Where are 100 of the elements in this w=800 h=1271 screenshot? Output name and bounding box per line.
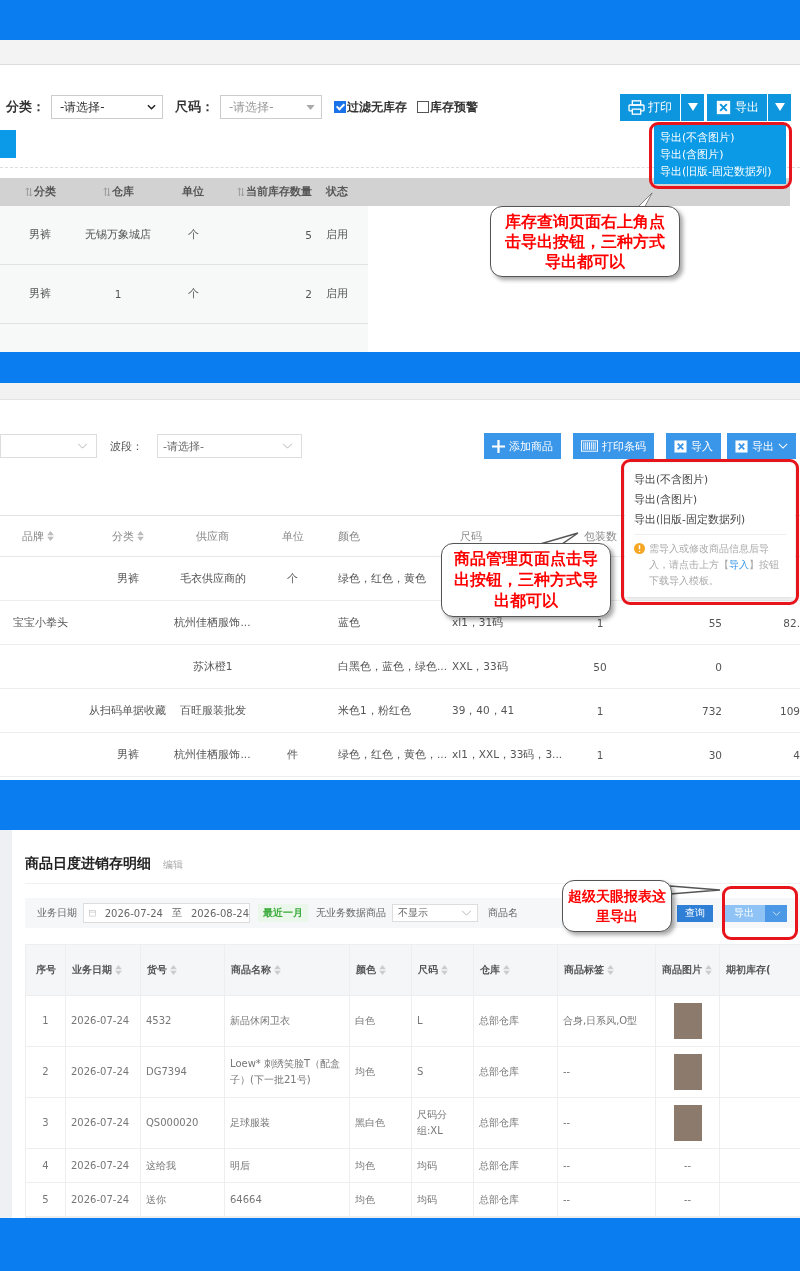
column-header[interactable]: 商品名称	[225, 945, 350, 995]
table-cell: 绿色，红色，黄色，...	[338, 747, 447, 760]
table-cell: 宝宝小拳头	[13, 615, 68, 628]
column-header[interactable]: 颜色	[338, 528, 360, 544]
search-button[interactable]	[0, 130, 16, 158]
photo-placeholder	[673, 1054, 702, 1090]
select-field[interactable]: 不显示	[392, 904, 478, 922]
menu-item[interactable]: 导出(不含图片)	[660, 129, 780, 146]
table-cell: 蓝色	[338, 615, 360, 628]
table-cell-text: 2026-07-24	[71, 1158, 130, 1173]
toolbar-button[interactable]: 打印	[620, 93, 680, 121]
menu-item[interactable]: 导出(不含图片)	[634, 469, 786, 489]
table-cell: 件	[287, 747, 298, 760]
table-cell: 百旺服装批发	[179, 703, 246, 716]
toolbar-button[interactable]: 导出	[727, 433, 796, 459]
column-header[interactable]: 单位	[156, 185, 230, 199]
sort-icon[interactable]	[170, 965, 177, 975]
dropdown-button[interactable]	[681, 93, 704, 121]
sort-icon[interactable]	[607, 965, 614, 975]
column-header[interactable]: 序号	[26, 945, 66, 995]
spreadsheet-icon	[735, 439, 748, 453]
table-cell-text: 1	[42, 1014, 49, 1028]
table-cell-text: 启用	[325, 287, 349, 301]
column-header[interactable]: 仓库	[474, 945, 558, 995]
dropdown-button[interactable]	[768, 93, 791, 121]
column-header[interactable]: 分类	[0, 185, 80, 199]
spreadsheet-icon	[674, 439, 687, 453]
column-header[interactable]: 包装数	[583, 528, 617, 544]
sort-icon[interactable]	[274, 965, 281, 975]
column-header[interactable]: 商品图片	[656, 945, 720, 995]
sort-icon[interactable]	[24, 187, 33, 197]
chevron-icon	[771, 910, 781, 916]
table-cell-text: 送你	[146, 1192, 166, 1207]
filter-label: 波段：	[110, 438, 143, 454]
column-header[interactable]: 尺码	[412, 945, 474, 995]
table-cell-text: 1	[113, 288, 123, 300]
column-header[interactable]: 当前库存数量	[230, 185, 318, 199]
sort-icon[interactable]	[47, 531, 54, 541]
table-cell: xl1，31码	[452, 615, 504, 628]
column-header[interactable]: 分类	[111, 528, 144, 544]
callout-bubble: 库存查询页面右上角点击导出按钮，三种方式导出都可以	[490, 206, 680, 277]
toolbar-button[interactable]: 打印条码	[573, 433, 654, 459]
select-field[interactable]	[0, 434, 97, 458]
sort-icon[interactable]	[503, 965, 510, 975]
edit-link[interactable]: 编辑	[163, 858, 183, 872]
table-cell: 杭州佳栖服饰...	[174, 615, 251, 628]
toolbar-button[interactable]: 添加商品	[484, 433, 561, 459]
column-header[interactable]: 供应商	[196, 528, 229, 544]
table-cell-text: --	[683, 1158, 692, 1173]
column-header[interactable]: 品牌	[22, 528, 54, 544]
select-field[interactable]: -请选择-	[220, 95, 322, 119]
sort-icon[interactable]	[705, 965, 712, 975]
chevron-icon	[461, 910, 472, 916]
checkbox[interactable]	[334, 101, 346, 113]
column-header[interactable]: 货号	[141, 945, 225, 995]
warning-icon	[634, 543, 645, 554]
menu-item[interactable]: 导出(旧版-固定数据列)	[660, 163, 780, 180]
column-header[interactable]: 尺码	[460, 528, 482, 544]
column-header[interactable]: 业务日期	[66, 945, 141, 995]
table-cell: 杭州佳栖服饰...	[174, 747, 251, 760]
column-header[interactable]: 颜色	[350, 945, 412, 995]
caret-icon	[687, 103, 698, 111]
chevron-icon	[282, 443, 293, 449]
printer-icon	[628, 99, 645, 115]
menu-item[interactable]: 导出(含图片)	[634, 489, 786, 509]
dropdown-button[interactable]	[765, 904, 787, 922]
table-cell: 30	[708, 748, 722, 761]
toolbar-button[interactable]: 导入	[666, 433, 721, 459]
table-cell-text: 明后	[230, 1158, 250, 1173]
table-cell-text: 4532	[146, 1014, 172, 1028]
sort-icon[interactable]	[136, 531, 144, 541]
column-header[interactable]: 商品标签	[558, 945, 656, 995]
sort-icon[interactable]	[379, 965, 386, 975]
select-field[interactable]: -请选择-	[51, 95, 163, 119]
quick-range-tag[interactable]: 最近一月	[258, 904, 308, 922]
sort-icon[interactable]	[441, 965, 448, 975]
menu-item[interactable]: 导出(含图片)	[660, 146, 780, 163]
chevron-icon	[77, 443, 88, 449]
sort-icon[interactable]	[237, 187, 245, 197]
menu-item[interactable]: 导出(旧版-固定数据列)	[634, 509, 786, 529]
sort-icon[interactable]	[115, 965, 122, 975]
column-header[interactable]: 单位	[281, 528, 304, 544]
table-cell: 50	[593, 660, 607, 673]
checkbox[interactable]	[417, 101, 429, 113]
date-range-field[interactable]: 2026-07-24 至 2026-08-24	[83, 903, 250, 923]
query-button[interactable]: 查询	[677, 904, 713, 922]
column-header[interactable]: 仓库	[80, 185, 156, 199]
toolbar-button[interactable]: 导出	[707, 93, 767, 121]
caret-icon	[774, 103, 785, 111]
sort-icon[interactable]	[102, 187, 111, 197]
select-field[interactable]: -请选择-	[157, 434, 302, 458]
table-cell-text: 2026-07-24	[71, 1116, 130, 1130]
column-header[interactable]: 期初库存(	[720, 945, 800, 995]
import-link[interactable]: 导入	[729, 559, 749, 570]
table-cell-text: --	[563, 1192, 571, 1207]
column-header[interactable]: 状态	[318, 185, 368, 199]
table-cell-text: --	[563, 1116, 571, 1130]
table-cell-text: 个	[186, 228, 200, 242]
chevron-icon	[778, 443, 788, 449]
table-cell-text: 男裤	[28, 287, 52, 301]
